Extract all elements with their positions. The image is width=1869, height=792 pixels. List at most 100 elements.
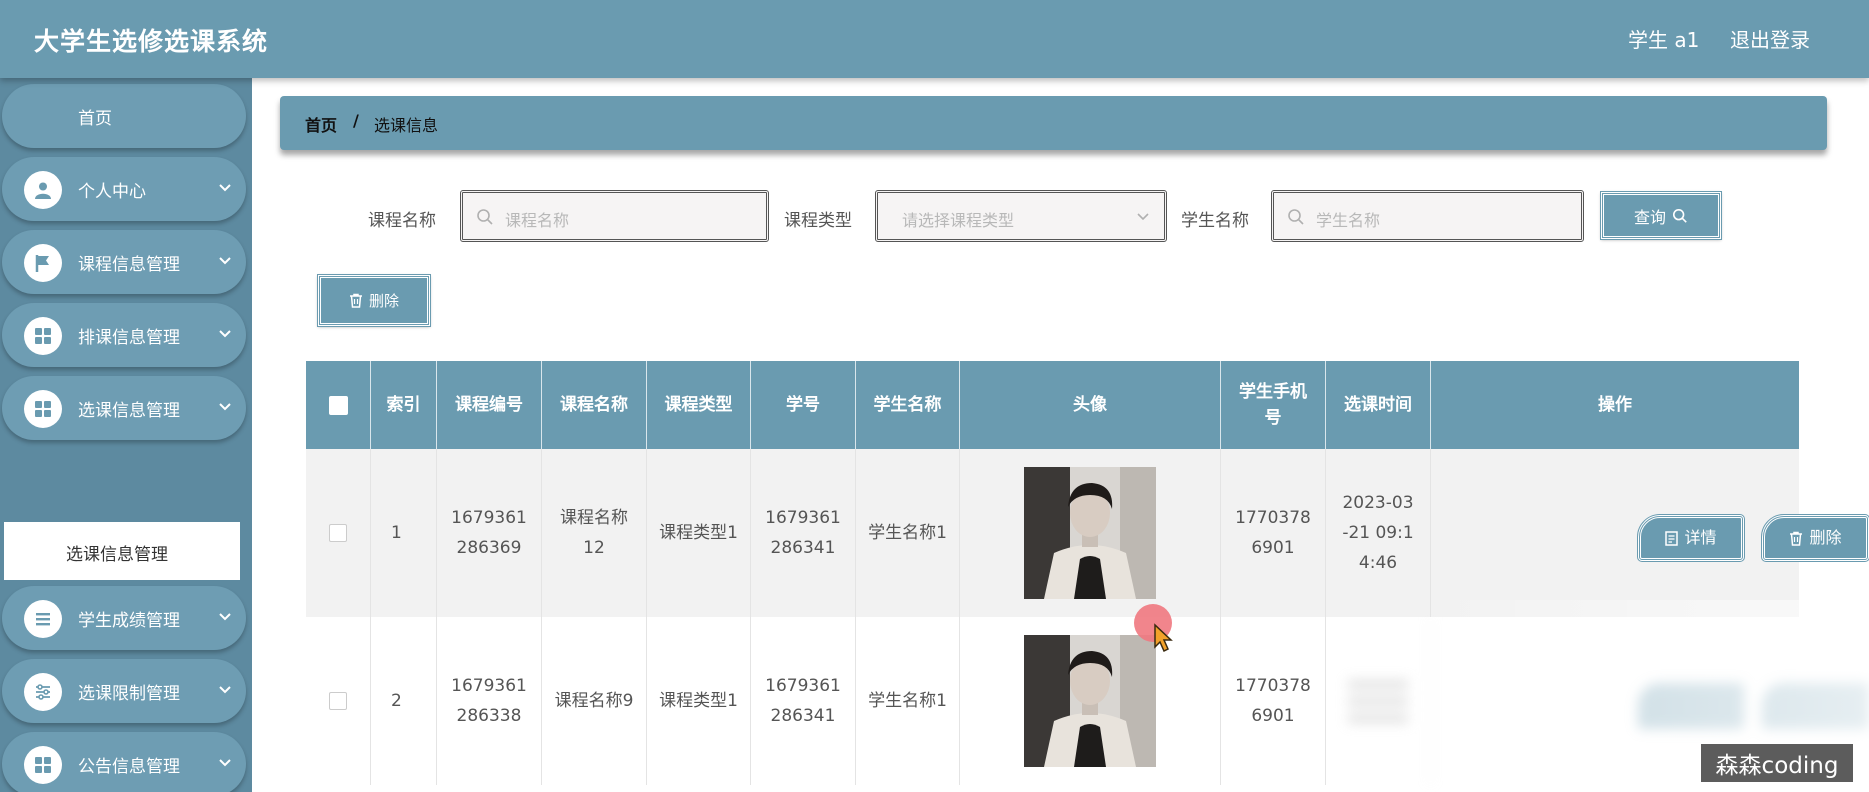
course-name-input[interactable]: 课程名称 [460, 190, 769, 242]
mouse-cursor-icon [1134, 604, 1173, 653]
course-name-label: 课程名称 [368, 211, 436, 231]
row-checkbox[interactable] [329, 692, 347, 710]
sliders-icon [24, 673, 62, 711]
sidebar-item-home[interactable]: 首页 [2, 84, 246, 148]
list-icon [24, 600, 62, 638]
col-ops: 操作 [1598, 395, 1632, 415]
document-icon [1665, 530, 1679, 546]
table-row: 2 1679361286338 课程名称9 课程类型1 167936128634… [306, 617, 1869, 785]
sidebar-item-selection-limits[interactable]: 选课限制管理 [2, 659, 246, 723]
watermark: 森森coding [1701, 744, 1853, 782]
grid-icon [24, 390, 62, 428]
col-avatar: 头像 [960, 361, 1221, 449]
chevron-down-icon [219, 330, 231, 338]
sidebar-item-label: 选课限制管理 [78, 684, 180, 704]
bulk-delete-label: 删除 [368, 292, 399, 310]
col-course-no: 课程编号 [437, 361, 542, 449]
select-all-checkbox[interactable] [328, 395, 348, 415]
sidebar-item-announcements[interactable]: 公告信息管理 [2, 732, 246, 792]
chevron-down-icon [219, 403, 231, 411]
chevron-down-icon [219, 257, 231, 265]
search-icon [1288, 209, 1304, 225]
cell-ops: 详情 删除 [1431, 449, 1869, 617]
sidebar-item-grades[interactable]: 学生成绩管理 [2, 586, 246, 650]
detail-button[interactable]: 详情 [1637, 514, 1745, 562]
sidebar-item-personal-center[interactable]: 个人中心 [2, 157, 246, 221]
sidebar-item-label: 排课信息管理 [78, 328, 180, 348]
col-phone: 学生手机号 [1221, 361, 1326, 449]
cell-student-no: 1679361286341 [751, 617, 856, 785]
select-all-cell [306, 361, 371, 449]
col-index: 索引 [371, 361, 437, 449]
submenu-item-selection-info[interactable]: 选课信息管理 [4, 522, 240, 580]
chevron-down-icon [219, 613, 231, 621]
sidebar-item-label: 公告信息管理 [78, 757, 180, 777]
cell-phone: 17703786901 [1221, 449, 1326, 617]
chevron-down-icon [219, 759, 231, 767]
student-name-input[interactable]: 学生名称 [1271, 190, 1584, 242]
breadcrumb-home[interactable]: 首页 [305, 112, 337, 136]
sidebar-item-label: 首页 [78, 109, 112, 129]
cell-avatar [960, 449, 1221, 617]
row-checkbox[interactable] [329, 524, 347, 542]
student-name-label: 学生名称 [1181, 211, 1249, 231]
col-course-name: 课程名称 [542, 361, 647, 449]
table-row: 1 1679361286369 课程名称12 课程类型1 16793612863… [306, 449, 1869, 617]
grid-icon [24, 317, 62, 355]
col-student-name: 学生名称 [856, 361, 960, 449]
course-type-select[interactable]: 请选择课程类型 [875, 190, 1167, 242]
search-icon [1672, 208, 1687, 223]
current-user[interactable]: 学生 a1 [1628, 24, 1699, 53]
col-time: 选课时间 [1326, 361, 1431, 449]
row-delete-button[interactable]: 删除 [1761, 514, 1869, 562]
cell-index: 1 [371, 449, 437, 617]
bulk-delete-button[interactable]: 删除 [317, 274, 431, 327]
query-button[interactable]: 查询 [1600, 191, 1722, 240]
cell-time-blurred [1326, 617, 1431, 785]
breadcrumb: 首页 / 选课信息 [280, 96, 1827, 150]
detail-button-label: 详情 [1684, 528, 1717, 547]
course-name-placeholder: 课程名称 [505, 211, 570, 230]
sidebar-item-course-info[interactable]: 课程信息管理 [2, 230, 246, 294]
row-select-cell [306, 449, 371, 617]
cell-course-no: 1679361286338 [437, 617, 542, 785]
search-icon [477, 209, 493, 225]
chevron-down-icon [219, 184, 231, 192]
trash-icon [1790, 531, 1803, 546]
cell-course-type: 课程类型1 [647, 617, 751, 785]
detail-button-blurred[interactable] [1638, 683, 1744, 729]
table-header: 索引 课程编号 课程名称 课程类型 学号 学生名称 头像 学生手机号 选课时间 … [306, 361, 1799, 449]
sidebar-item-label: 选课信息管理 [78, 401, 180, 421]
avatar-image[interactable] [1024, 467, 1156, 599]
delete-button-blurred[interactable] [1762, 683, 1869, 729]
cell-course-name: 课程名称9 [542, 617, 647, 785]
query-button-label: 查询 [1633, 207, 1666, 227]
cell-course-type: 课程类型1 [647, 449, 751, 617]
cell-course-name: 课程名称12 [542, 449, 647, 617]
logout-link[interactable]: 退出登录 [1730, 24, 1810, 53]
student-name-placeholder: 学生名称 [1316, 211, 1381, 230]
cell-student-name: 学生名称1 [856, 617, 960, 785]
chevron-down-icon [219, 686, 231, 694]
sidebar-item-selection-info[interactable]: 选课信息管理 [2, 376, 246, 440]
grid-icon [24, 746, 62, 784]
col-student-no: 学号 [751, 361, 856, 449]
col-course-type: 课程类型 [647, 361, 751, 449]
sidebar: 首页 个人中心 课程信息管理 排课信息管理 选课信息管理 选课信息管理 学生成绩… [0, 78, 252, 792]
app-title: 大学生选修选课系统 [34, 27, 269, 56]
cell-course-no: 1679361286369 [437, 449, 542, 617]
flag-icon [24, 244, 62, 282]
course-type-placeholder: 请选择课程类型 [902, 211, 1015, 230]
breadcrumb-current: 选课信息 [374, 116, 439, 135]
breadcrumb-separator: / [353, 111, 359, 130]
sidebar-item-label: 学生成绩管理 [78, 611, 180, 631]
cell-student-no: 1679361286341 [751, 449, 856, 617]
row-delete-label: 删除 [1809, 528, 1842, 547]
chevron-down-icon [1137, 213, 1149, 221]
sidebar-item-scheduling[interactable]: 排课信息管理 [2, 303, 246, 367]
row-select-cell [306, 617, 371, 785]
cell-index: 2 [371, 617, 437, 785]
sidebar-item-label: 个人中心 [78, 182, 146, 202]
sidebar-item-label: 课程信息管理 [78, 255, 180, 275]
avatar-image[interactable] [1024, 635, 1156, 767]
